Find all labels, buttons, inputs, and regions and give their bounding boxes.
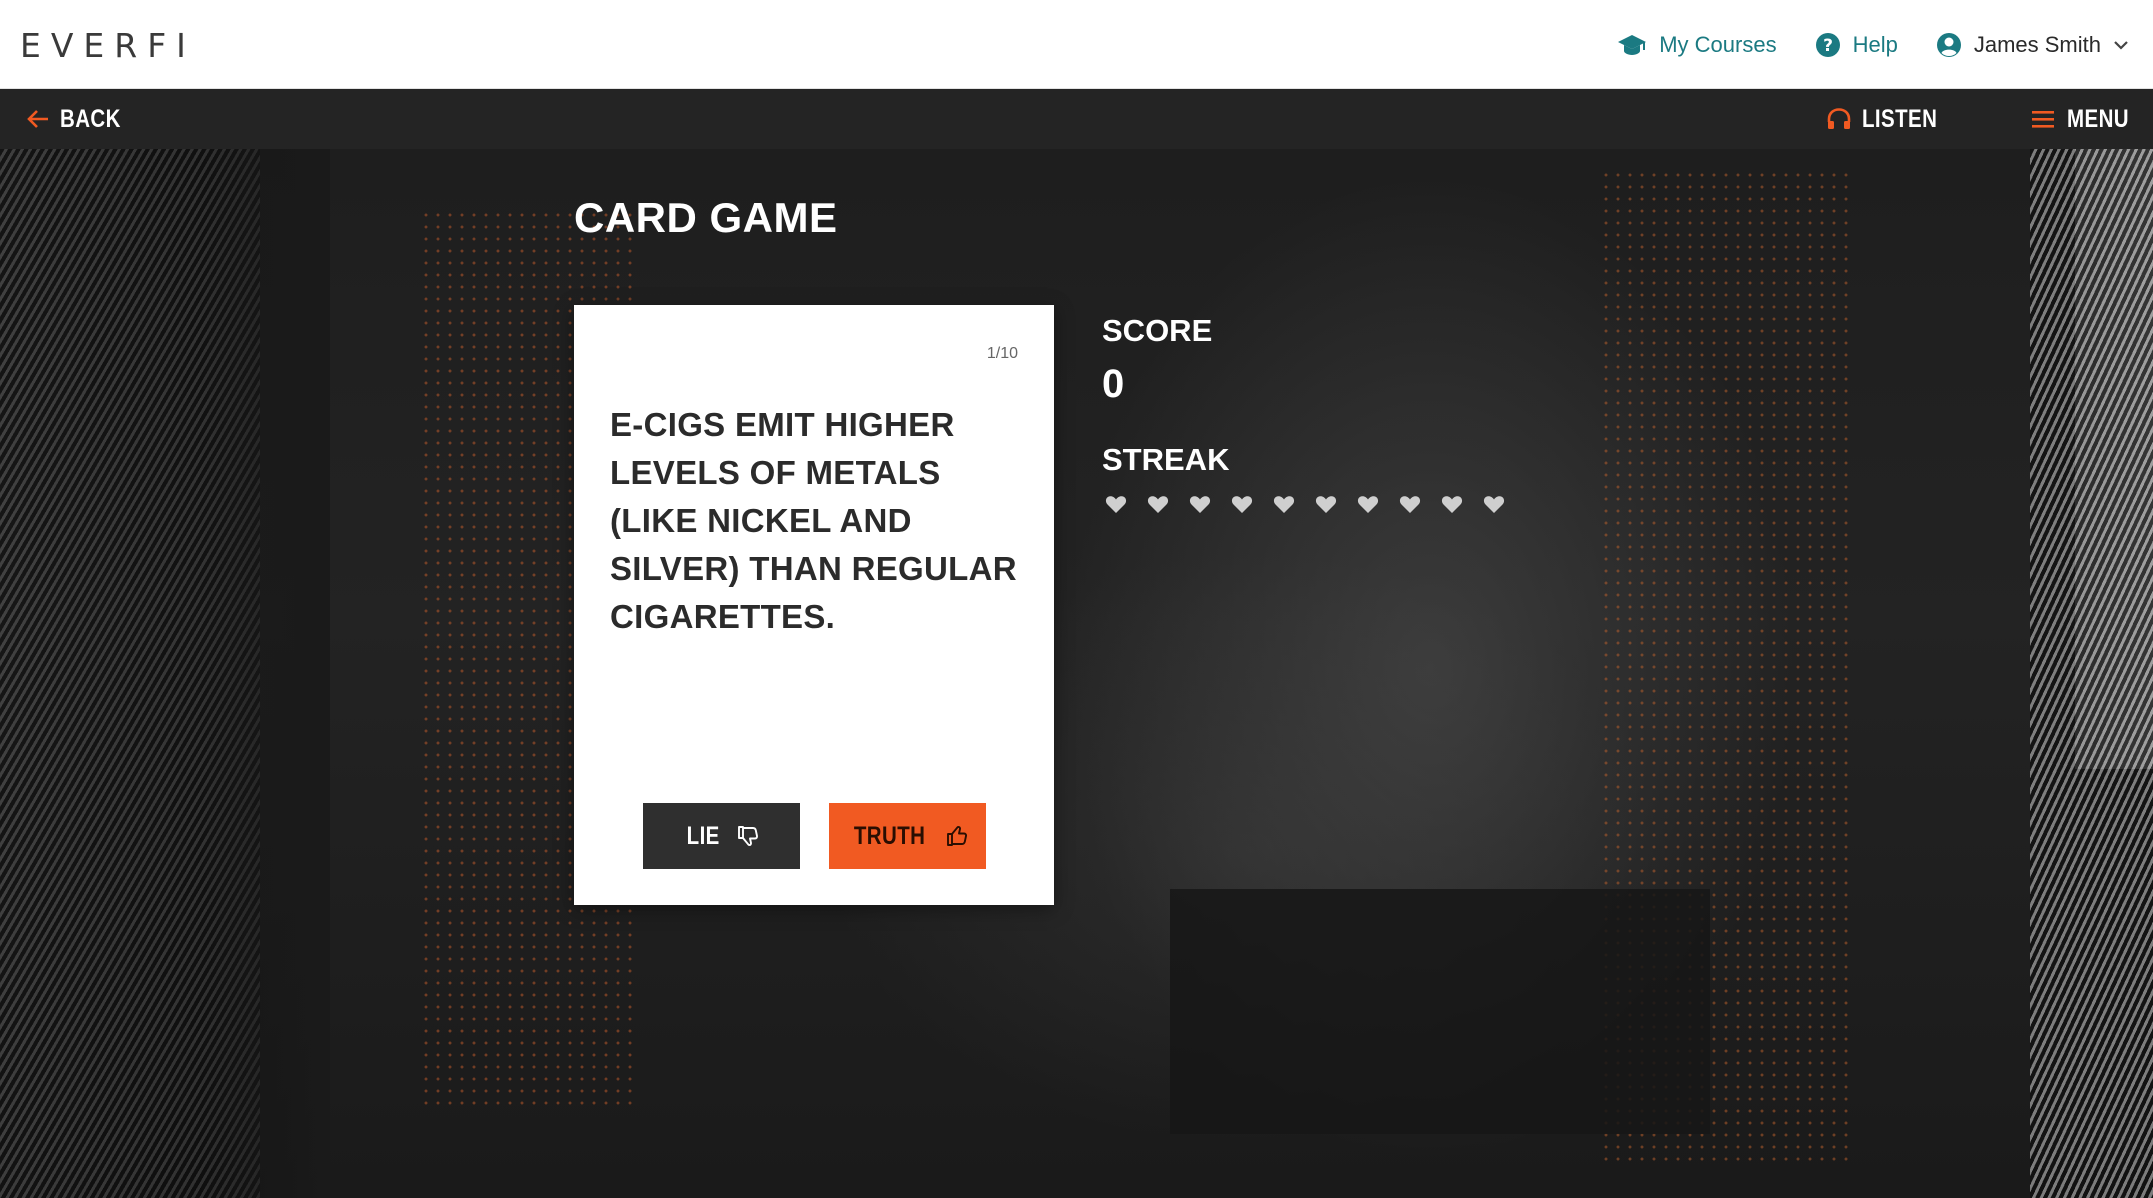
- score-label: SCORE: [1102, 313, 1213, 348]
- lie-label: LIE: [686, 821, 721, 850]
- heart-icon: [1146, 492, 1170, 516]
- question-card: 1/10 E-CIGS EMIT HIGHER LEVELS OF METALS…: [574, 305, 1054, 905]
- help-link[interactable]: ? Help: [1815, 32, 1898, 58]
- heart-icon: [1104, 492, 1128, 516]
- page-title: CARD GAME: [574, 194, 838, 241]
- arrow-left-icon: [26, 108, 50, 130]
- user-menu[interactable]: James Smith: [1936, 32, 2129, 58]
- chevron-down-icon: [2113, 39, 2129, 51]
- truth-label: TRUTH: [853, 821, 926, 850]
- heart-icon: [1440, 492, 1464, 516]
- my-courses-link[interactable]: My Courses: [1617, 31, 1777, 58]
- headphones-icon: [1826, 107, 1852, 131]
- listen-button[interactable]: LISTEN: [1826, 89, 1954, 149]
- svg-text:?: ?: [1823, 36, 1833, 56]
- user-circle-icon: [1936, 32, 1962, 58]
- truth-button[interactable]: TRUTH: [829, 803, 986, 869]
- hamburger-icon: [2031, 109, 2055, 129]
- graduation-cap-icon: [1617, 33, 1647, 57]
- everfi-logo[interactable]: EVERFI: [20, 26, 196, 65]
- user-name: James Smith: [1973, 31, 2101, 57]
- heart-icon: [1356, 492, 1380, 516]
- menu-button[interactable]: MENU: [2031, 89, 2143, 149]
- heart-icon: [1314, 492, 1338, 516]
- activity-toolbar: BACK LISTEN MENU: [0, 89, 2153, 149]
- heart-icon: [1398, 492, 1422, 516]
- heart-icon: [1482, 492, 1506, 516]
- score-value: 0: [1102, 362, 1125, 406]
- background-panel: [1170, 889, 1710, 1134]
- thumbs-down-icon: [736, 824, 760, 848]
- help-label: Help: [1852, 31, 1898, 57]
- lie-button[interactable]: LIE: [643, 803, 800, 869]
- menu-label: MENU: [2067, 104, 2129, 133]
- my-courses-label: My Courses: [1659, 31, 1777, 57]
- streak-hearts: [1104, 492, 1506, 516]
- back-button[interactable]: BACK: [26, 89, 134, 149]
- background-stage: [0, 149, 2153, 1198]
- top-nav: My Courses ? Help James Smith: [1617, 0, 2129, 89]
- heart-icon: [1230, 492, 1254, 516]
- card-question: E-CIGS EMIT HIGHER LEVELS OF METALS (LIK…: [610, 406, 1017, 635]
- thumbs-up-icon: [945, 824, 969, 848]
- back-label: BACK: [60, 104, 121, 133]
- heart-icon: [1188, 492, 1212, 516]
- listen-label: LISTEN: [1862, 104, 1938, 133]
- card-counter: 1/10: [986, 345, 1018, 362]
- help-circle-icon: ?: [1815, 32, 1841, 58]
- background-texture-right: [2030, 149, 2153, 1198]
- heart-icon: [1272, 492, 1296, 516]
- background-shade-left: [0, 149, 330, 1198]
- streak-label: STREAK: [1102, 442, 1230, 477]
- top-header: EVERFI My Courses ? Help James Smith: [0, 0, 2153, 89]
